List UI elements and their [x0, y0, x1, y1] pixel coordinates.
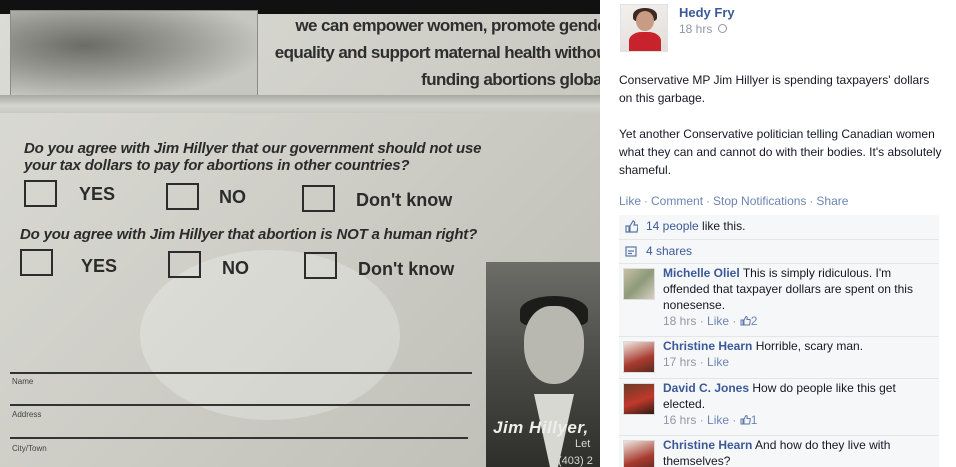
likes-count-link[interactable]: 14 people	[646, 219, 699, 233]
author-name[interactable]: Hedy Fry	[679, 5, 735, 20]
portrait-face	[524, 306, 584, 384]
city-label: City/Town	[12, 444, 47, 453]
comment-time[interactable]: 18 hrs	[663, 314, 696, 328]
option-yes-1: YES	[79, 184, 116, 204]
commenter-avatar[interactable]	[623, 440, 655, 467]
commenter-name[interactable]: Christine Hearn	[663, 339, 752, 353]
checkbox-yes-1	[24, 180, 57, 207]
comment-like-link[interactable]: Like	[707, 314, 729, 328]
post-paragraph-2: Yet another Conservative politician tell…	[619, 127, 942, 177]
avatar-face	[636, 11, 654, 31]
comment-like-link[interactable]: Like	[707, 413, 729, 427]
like-thumb-icon	[740, 316, 751, 326]
comment-like-count[interactable]: 2	[751, 314, 758, 328]
commenter-avatar[interactable]	[623, 383, 655, 415]
facebook-post: Hedy Fry 18 hrs Conservative MP Jim Hill…	[606, 0, 956, 467]
avatar-body	[629, 32, 661, 51]
checkbox-no-1	[166, 183, 199, 210]
comment-text: Horrible, scary man.	[755, 339, 864, 353]
question-1-line: your tax dollars to pay for abortions in…	[24, 157, 410, 174]
option-dontknow-2: Don't know	[358, 259, 455, 279]
comment-like-count[interactable]: 1	[751, 413, 758, 427]
comment-item: Michelle Oliel This is simply ridiculous…	[619, 263, 939, 336]
candidate-name: Jim Hillyer,	[493, 418, 589, 437]
name-line	[10, 372, 472, 374]
comment-item: Christine Hearn And how do they live wit…	[619, 435, 939, 467]
feedback-area: 14 people like this. 4 shares Michelle O…	[619, 215, 939, 467]
likes-suffix: like this.	[698, 219, 746, 233]
address-line	[10, 404, 470, 406]
stop-notifications-action[interactable]: Stop Notifications	[713, 194, 806, 208]
option-dontknow-1: Don't know	[356, 190, 453, 210]
comment-body: Michelle Oliel This is simply ridiculous…	[663, 265, 933, 329]
question-1: Do you agree with Jim Hillyer that our g…	[24, 140, 481, 174]
option-yes-2: YES	[81, 256, 118, 276]
commenter-avatar[interactable]	[623, 268, 655, 300]
flyer-top-image	[10, 10, 258, 98]
comment-action[interactable]: Comment	[651, 194, 703, 208]
comment-divider	[619, 378, 939, 379]
post-timestamp[interactable]: 18 hrs	[679, 22, 727, 36]
author-avatar[interactable]	[620, 4, 668, 52]
shares-link[interactable]: 4 shares	[646, 244, 692, 258]
comment-divider	[619, 435, 939, 436]
comment-body: Christine Hearn And how do they live wit…	[663, 437, 933, 467]
comment-meta: 17 hrs · Like	[663, 355, 730, 369]
commenter-name[interactable]: Michelle Oliel	[663, 266, 740, 280]
question-2: Do you agree with Jim Hillyer that abort…	[20, 226, 478, 243]
globe-icon	[717, 24, 727, 33]
comment-divider	[619, 263, 939, 264]
share-icon	[625, 246, 637, 257]
city-line	[10, 437, 468, 439]
comment-time[interactable]: 17 hrs	[663, 355, 696, 369]
like-thumb-icon	[740, 415, 751, 425]
post-time-text: 18 hrs	[679, 22, 713, 36]
comment-body: David C. Jones How do people like this g…	[663, 380, 933, 428]
checkbox-yes-2	[20, 249, 53, 276]
flyer-headline-line: funding abortions global	[421, 70, 600, 89]
post-actions: Like · Comment · Stop Notifications · Share	[619, 194, 849, 208]
comment-meta: 18 hrs · Like · 2	[663, 314, 758, 328]
checkbox-dontknow-2	[304, 252, 337, 279]
option-no-1: NO	[219, 187, 246, 207]
post-paragraph-1: Conservative MP Jim Hillyer is spending …	[619, 73, 930, 105]
flyer-headline-line: equality and support maternal health wit…	[274, 43, 600, 62]
flyer-headline-line: we can empower women, promote gende	[295, 16, 600, 35]
commenter-name[interactable]: Christine Hearn	[663, 438, 752, 452]
comment-item: David C. Jones How do people like this g…	[619, 378, 939, 435]
address-label: Address	[12, 410, 42, 419]
comment-item: Christine Hearn Horrible, scary man. 17 …	[619, 336, 939, 378]
option-no-2: NO	[222, 258, 249, 278]
comment-like-link[interactable]: Like	[707, 355, 729, 369]
comment-divider	[619, 336, 939, 337]
flyer-photo: we can empower women, promote gende equa…	[0, 0, 600, 467]
commenter-avatar[interactable]	[623, 341, 655, 373]
paper-fold	[0, 95, 600, 113]
commenter-name[interactable]: David C. Jones	[663, 381, 749, 395]
shares-summary: 4 shares	[619, 239, 939, 262]
comment-body: Christine Hearn Horrible, scary man. 17 …	[663, 338, 933, 370]
name-label: Name	[12, 377, 34, 386]
like-action[interactable]: Like	[619, 194, 641, 208]
checkbox-no-2	[168, 251, 201, 278]
flyer-headline: we can empower women, promote gende equa…	[266, 12, 600, 93]
candidate-subtext-1: Let	[575, 438, 591, 450]
share-action[interactable]: Share	[816, 194, 848, 208]
question-1-line: Do you agree with Jim Hillyer that our g…	[24, 140, 482, 157]
candidate-subtext-2: (403) 2	[558, 455, 593, 467]
checkbox-dontknow-1	[302, 185, 335, 212]
likes-summary: 14 people like this.	[619, 215, 939, 238]
comment-meta: 16 hrs · Like · 1	[663, 413, 758, 427]
like-thumb-icon	[625, 220, 638, 233]
comment-time[interactable]: 16 hrs	[663, 413, 696, 427]
